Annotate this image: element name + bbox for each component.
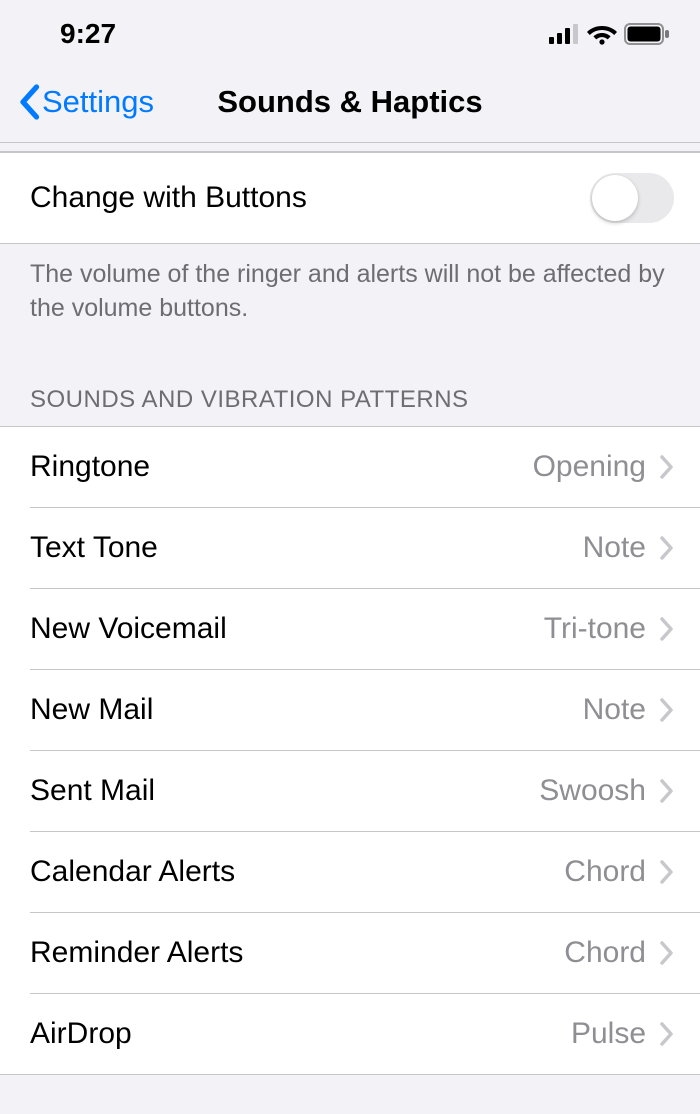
battery-icon: [624, 23, 670, 45]
status-bar: 9:27: [0, 0, 700, 60]
change-with-buttons-toggle[interactable]: [590, 173, 674, 223]
chevron-right-icon: [660, 536, 674, 560]
status-icons: [549, 23, 670, 45]
row-value: Pulse: [571, 1017, 646, 1051]
new-mail-row[interactable]: New Mail Note: [0, 670, 700, 750]
back-label: Settings: [42, 84, 154, 120]
row-label: Calendar Alerts: [30, 855, 235, 889]
navigation-bar: Settings Sounds & Haptics: [0, 60, 700, 143]
ringtone-row[interactable]: Ringtone Opening: [0, 427, 700, 507]
row-value: Tri-tone: [544, 612, 646, 646]
wifi-icon: [587, 23, 617, 45]
change-with-buttons-label: Change with Buttons: [30, 181, 307, 215]
change-with-buttons-footer: The volume of the ringer and alerts will…: [0, 244, 700, 336]
back-button[interactable]: Settings: [18, 84, 154, 120]
row-label: Text Tone: [30, 531, 158, 565]
chevron-right-icon: [660, 1022, 674, 1046]
chevron-right-icon: [660, 941, 674, 965]
chevron-right-icon: [660, 860, 674, 884]
airdrop-row[interactable]: AirDrop Pulse: [0, 994, 700, 1074]
chevron-right-icon: [660, 617, 674, 641]
sent-mail-row[interactable]: Sent Mail Swoosh: [0, 751, 700, 831]
sounds-section-header: SOUNDS AND VIBRATION PATTERNS: [0, 336, 700, 426]
new-voicemail-row[interactable]: New Voicemail Tri-tone: [0, 589, 700, 669]
row-value: Chord: [564, 936, 646, 970]
row-label: New Mail: [30, 693, 153, 727]
row-label: Ringtone: [30, 450, 150, 484]
row-value: Swoosh: [539, 774, 646, 808]
row-value: Opening: [533, 450, 646, 484]
page-title: Sounds & Haptics: [217, 84, 482, 120]
toggle-knob: [592, 175, 638, 221]
calendar-alerts-row[interactable]: Calendar Alerts Chord: [0, 832, 700, 912]
cellular-icon: [549, 24, 580, 44]
sounds-list: Ringtone Opening Text Tone Note New Voic…: [0, 426, 700, 1075]
row-value: Note: [583, 531, 646, 565]
chevron-right-icon: [660, 779, 674, 803]
row-label: New Voicemail: [30, 612, 227, 646]
status-time: 9:27: [30, 18, 116, 50]
row-label: Reminder Alerts: [30, 936, 243, 970]
chevron-left-icon: [18, 84, 40, 120]
reminder-alerts-row[interactable]: Reminder Alerts Chord: [0, 913, 700, 993]
text-tone-row[interactable]: Text Tone Note: [0, 508, 700, 588]
row-value: Chord: [564, 855, 646, 889]
chevron-right-icon: [660, 455, 674, 479]
row-label: Sent Mail: [30, 774, 155, 808]
row-label: AirDrop: [30, 1017, 132, 1051]
row-value: Note: [583, 693, 646, 727]
chevron-right-icon: [660, 698, 674, 722]
change-with-buttons-row[interactable]: Change with Buttons: [0, 152, 700, 244]
